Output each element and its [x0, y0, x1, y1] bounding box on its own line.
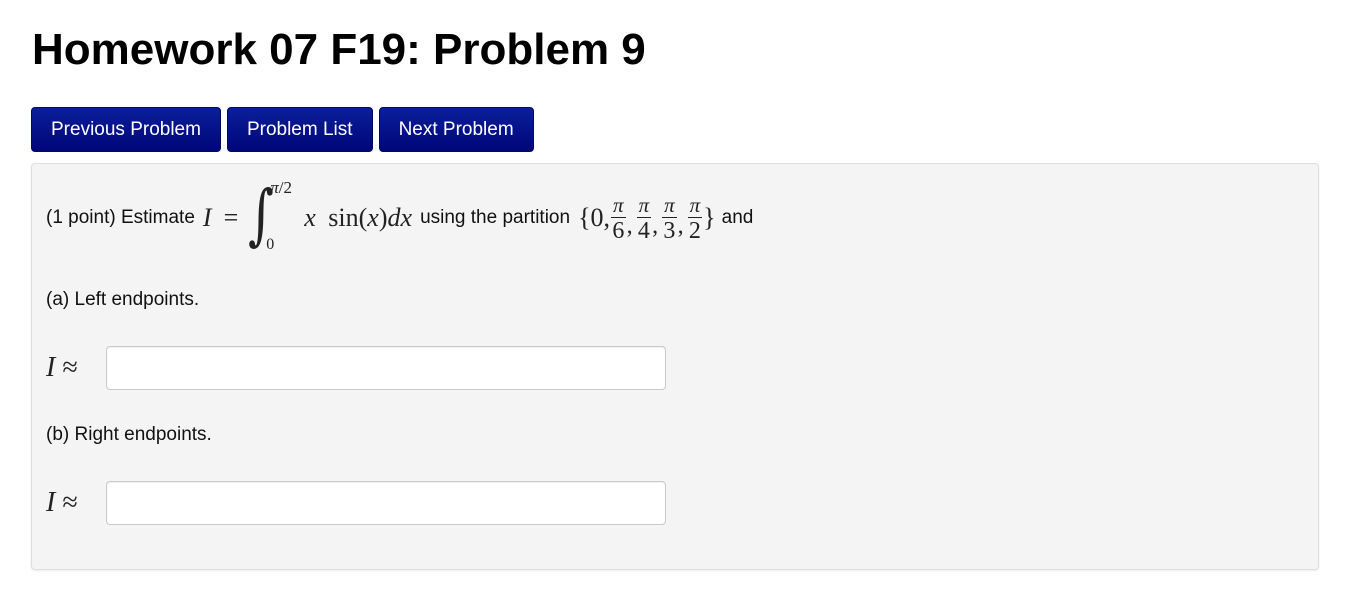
fraction-numerator: π: [687, 192, 703, 218]
integrand-sin: sin(: [328, 203, 368, 232]
approx-label: I ≈: [46, 487, 106, 519]
previous-problem-button[interactable]: Previous Problem: [31, 107, 221, 152]
partition-fraction: π6: [611, 193, 626, 244]
integral: ∫ π/2 0: [246, 178, 298, 258]
integrand-arg: x: [367, 203, 379, 232]
approx-var: I: [46, 487, 56, 518]
integral-lower-bound: 0: [266, 236, 275, 253]
fraction-numerator: π: [611, 192, 626, 218]
problem-list-button[interactable]: Problem List: [226, 107, 373, 152]
using-partition-text: using the partition: [420, 207, 571, 228]
fraction-denominator: 6: [612, 217, 625, 244]
next-problem-button[interactable]: Next Problem: [378, 107, 534, 152]
fraction-denominator: 2: [688, 217, 701, 244]
math-equals: =: [223, 203, 239, 232]
approx-var: I: [46, 352, 56, 383]
part-b-answer-row: I ≈: [46, 481, 666, 525]
integrand-close: ): [378, 203, 388, 232]
comma: ,: [652, 212, 659, 239]
approx-symbol: ≈: [62, 487, 78, 518]
fraction-denominator: 3: [663, 217, 676, 244]
problem-navigation: Previous Problem Problem List Next Probl…: [31, 107, 534, 152]
comma: ,: [677, 212, 684, 239]
problem-panel: (1 point) Estimate I = ∫ π/2 0 x sin(x)d…: [31, 163, 1319, 570]
partition-close: }: [703, 203, 716, 232]
partition-set: {0, π6, π4, π3, π2 }: [578, 193, 716, 244]
differential: dx: [387, 203, 413, 232]
approx-label: I ≈: [46, 352, 106, 384]
points-prefix: (1 point) Estimate: [46, 207, 195, 228]
integrand-x: x: [304, 203, 316, 232]
right-endpoints-answer-input[interactable]: [106, 481, 666, 525]
math-var-I: I: [202, 203, 212, 232]
fraction-numerator: π: [662, 192, 677, 218]
and-text: and: [721, 207, 754, 228]
upper-bound-rest: /2: [278, 178, 293, 197]
partition-fraction: π3: [662, 193, 677, 244]
integrand: x sin(x)dx: [304, 203, 412, 233]
integral-upper-bound: π/2: [270, 178, 292, 198]
fraction-numerator: π: [636, 192, 652, 218]
upper-bound-pi: π: [270, 178, 279, 197]
left-endpoints-answer-input[interactable]: [106, 346, 666, 390]
problem-statement: (1 point) Estimate I = ∫ π/2 0 x sin(x)d…: [46, 178, 753, 258]
page-title: Homework 07 F19: Problem 9: [32, 25, 646, 74]
part-b-label: (b) Right endpoints.: [46, 424, 212, 445]
part-a-answer-row: I ≈: [46, 346, 666, 390]
part-a-label: (a) Left endpoints.: [46, 289, 200, 310]
fraction-denominator: 4: [637, 217, 650, 244]
comma: ,: [626, 212, 633, 239]
partition-open: {0,: [578, 203, 611, 232]
approx-symbol: ≈: [62, 352, 78, 383]
partition-fraction: π2: [687, 192, 703, 244]
partition-fraction: π4: [636, 192, 652, 244]
